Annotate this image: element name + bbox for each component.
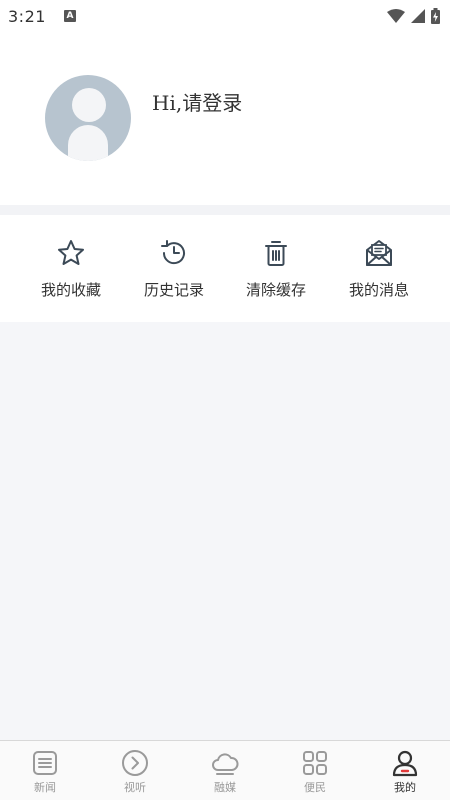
- mail-icon: [366, 240, 392, 266]
- status-time: 3:21: [8, 6, 46, 26]
- battery-charging-icon: [431, 8, 440, 24]
- bottom-nav: 新闻 视听 融媒 便民 我的: [0, 740, 450, 800]
- favorites-button[interactable]: 我的收藏: [15, 215, 127, 322]
- notification-a-icon: A: [63, 10, 76, 22]
- nav-label-media: 视听: [124, 781, 146, 794]
- my-profile-screen: 3:21 A Hi,请登录 我的收藏 历史记录 清除缓存 我的消息 新闻 视听 …: [0, 0, 450, 800]
- wifi-icon: [387, 9, 405, 23]
- quick-actions: 我的收藏 历史记录 清除缓存 我的消息: [0, 215, 450, 322]
- nav-label-convergence: 融媒: [214, 781, 236, 794]
- messages-label: 我的消息: [348, 281, 409, 299]
- nav-label-mine: 我的: [394, 781, 416, 794]
- favorites-label: 我的收藏: [40, 281, 101, 299]
- status-bar: 3:21 A: [0, 0, 450, 32]
- messages-button[interactable]: 我的消息: [323, 215, 435, 322]
- history-label: 历史记录: [143, 281, 204, 299]
- clear-cache-button[interactable]: 清除缓存: [220, 215, 332, 322]
- clear-cache-label: 清除缓存: [245, 281, 306, 299]
- avatar-head: [72, 88, 106, 122]
- nav-item-convergence[interactable]: 融媒: [180, 741, 270, 800]
- signal-icon: [411, 9, 425, 23]
- nav-item-news[interactable]: 新闻: [0, 741, 90, 800]
- grid-icon: [303, 751, 327, 775]
- user-icon: [392, 750, 418, 777]
- default-avatar-icon[interactable]: [45, 75, 131, 161]
- history-button[interactable]: 历史记录: [118, 215, 230, 322]
- play-circle-icon: [122, 750, 148, 776]
- profile-header[interactable]: Hi,请登录: [0, 32, 450, 205]
- empty-content-area: [0, 322, 450, 740]
- trash-icon: [265, 241, 287, 266]
- nav-item-services[interactable]: 便民: [270, 741, 360, 800]
- history-clock-icon: [161, 240, 185, 265]
- status-icons: [387, 8, 440, 24]
- star-icon: [58, 240, 84, 265]
- nav-label-news: 新闻: [34, 781, 56, 794]
- nav-label-services: 便民: [304, 781, 326, 794]
- news-icon: [33, 751, 57, 775]
- avatar-body: [68, 125, 108, 161]
- nav-item-mine[interactable]: 我的: [360, 741, 450, 800]
- login-prompt[interactable]: Hi,请登录: [152, 87, 242, 116]
- section-divider: [0, 205, 450, 215]
- cloud-icon: [212, 753, 239, 775]
- nav-item-media[interactable]: 视听: [90, 741, 180, 800]
